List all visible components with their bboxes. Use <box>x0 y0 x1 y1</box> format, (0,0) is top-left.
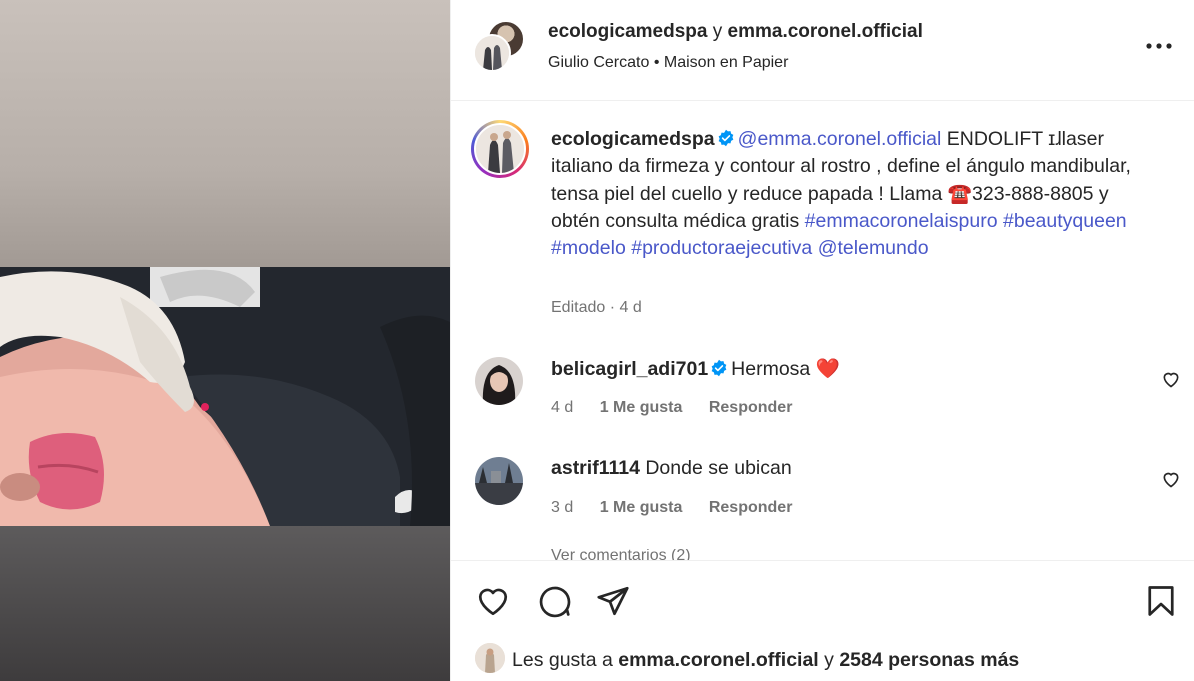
audio-artist: Giulio Cercato <box>548 54 650 71</box>
comment-button[interactable] <box>536 583 572 619</box>
comment-text: belicagirl_adi701 Hermosa ❤️ <box>551 357 840 381</box>
liker-avatar[interactable] <box>475 643 505 673</box>
caption-meta: Editado · 4 d <box>551 299 642 316</box>
comment-meta: 3 d 1 Me gusta Responder <box>551 499 792 517</box>
likes-prefix: Les gusta a <box>512 649 613 671</box>
comment-meta: 4 d 1 Me gusta Responder <box>551 399 792 417</box>
comment-time: 3 d <box>551 499 574 516</box>
comment-likes-link[interactable]: 1 Me gusta <box>600 499 683 516</box>
avatar-image <box>475 36 509 70</box>
heart-icon <box>478 588 508 616</box>
avatar-image <box>475 357 523 405</box>
comment-time: 4 d <box>551 399 574 416</box>
hashtag-link[interactable]: #modelo <box>551 237 626 259</box>
audio-info[interactable]: Giulio Cercato • Maison en Papier <box>548 54 788 72</box>
comment-avatar[interactable] <box>475 357 523 405</box>
comment-like-button[interactable] <box>1161 469 1181 489</box>
likes-joiner: y <box>824 649 834 671</box>
verified-badge-icon <box>711 359 727 377</box>
comment-item: astrif1114 Donde se ubican 3 d 1 Me gust… <box>451 457 1194 537</box>
comment-like-button[interactable] <box>1161 369 1181 389</box>
treatment-photo-illustration <box>0 267 450 526</box>
hashtag-link[interactable]: #beautyqueen <box>1003 210 1127 232</box>
caption-mention[interactable]: @emma.coronel.official <box>738 128 942 150</box>
comment-text: astrif1114 Donde se ubican <box>551 457 792 480</box>
hashtag-link[interactable]: #emmacoronelaispuro <box>805 210 998 232</box>
heart-emoji: ❤️ <box>815 358 840 380</box>
hashtag-link[interactable]: #productoraejecutiva <box>631 237 812 259</box>
reply-button[interactable]: Responder <box>709 399 793 416</box>
mention-link[interactable]: @telemundo <box>818 237 929 259</box>
post-media[interactable] <box>0 0 450 681</box>
post-header: ecologicamedspa y emma.coronel.official … <box>451 0 1194 101</box>
avatar <box>473 34 511 72</box>
caption-avatar[interactable] <box>471 120 529 178</box>
reply-button[interactable]: Responder <box>709 499 793 516</box>
post-photo <box>0 267 450 526</box>
likes-count[interactable]: 2584 personas más <box>839 649 1019 671</box>
bookmark-icon <box>1148 586 1174 616</box>
comment-body: Donde se ubican <box>645 457 792 479</box>
post-authors: ecologicamedspa y emma.coronel.official <box>548 21 923 43</box>
comment-item: belicagirl_adi701 Hermosa ❤️ 4 d 1 Me gus… <box>451 357 1194 437</box>
comment-avatar[interactable] <box>475 457 523 505</box>
author-link[interactable]: emma.coronel.official <box>728 21 923 42</box>
post-details-panel: ecologicamedspa y emma.coronel.official … <box>450 0 1194 681</box>
authors-joiner: y <box>712 21 723 42</box>
more-options-button[interactable] <box>1145 34 1173 58</box>
share-icon <box>597 586 629 616</box>
post-actions: Les gusta a emma.coronel.official y 2584… <box>451 560 1194 681</box>
save-button[interactable] <box>1143 583 1179 619</box>
audio-title: Maison en Papier <box>663 54 789 71</box>
heart-icon <box>1163 372 1179 388</box>
telephone-emoji: ☎️ <box>947 182 973 205</box>
separator-dot: • <box>653 54 660 71</box>
media-bottom-band <box>0 526 450 681</box>
comment-username[interactable]: astrif1114 <box>551 457 640 479</box>
like-button[interactable] <box>475 583 511 619</box>
comment-likes-link[interactable]: 1 Me gusta <box>600 399 683 416</box>
post-caption: ecologicamedspa @emma.coronel.official EN… <box>551 126 1161 262</box>
comment-body: Hermosa <box>731 358 811 380</box>
collab-avatars[interactable] <box>473 20 527 74</box>
comment-username[interactable]: belicagirl_adi701 <box>551 358 708 380</box>
avatar-image <box>476 125 524 173</box>
avatar-image <box>475 457 523 505</box>
liker-username[interactable]: emma.coronel.official <box>618 649 818 671</box>
caption-username[interactable]: ecologicamedspa <box>551 128 715 150</box>
author-link[interactable]: ecologicamedspa <box>548 21 707 42</box>
more-options-icon <box>1146 43 1172 49</box>
comment-icon <box>539 586 571 618</box>
likes-summary: Les gusta a emma.coronel.official y 2584… <box>512 649 1019 672</box>
share-button[interactable] <box>595 583 631 619</box>
verified-badge-icon <box>718 129 734 147</box>
heart-icon <box>1163 472 1179 488</box>
avatar-image <box>475 643 505 673</box>
